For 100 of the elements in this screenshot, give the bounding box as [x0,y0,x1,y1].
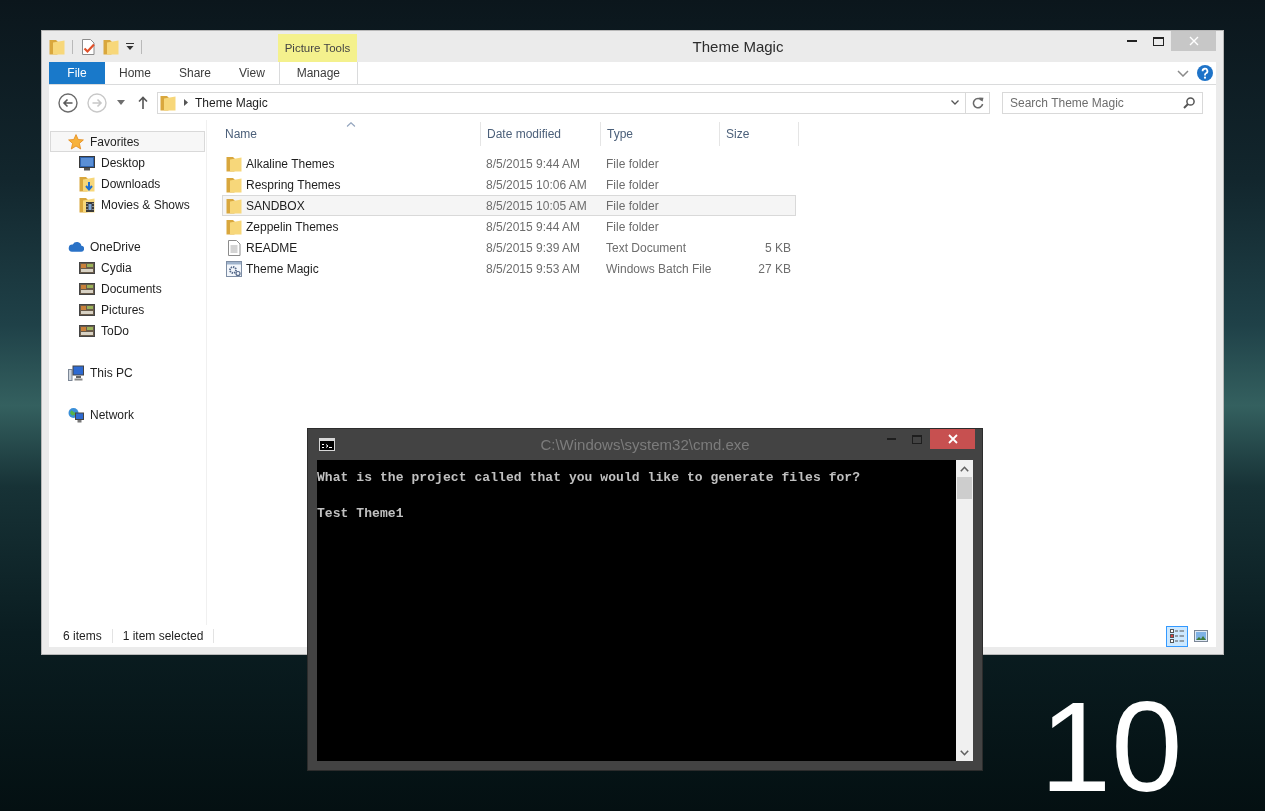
expand-ribbon-button[interactable] [1177,69,1189,77]
window-title: Theme Magic [692,38,784,55]
date-modified: 8/5/2015 10:06 AM [486,177,587,192]
refresh-icon [971,96,984,109]
date-modified: 8/5/2015 9:44 AM [486,156,581,171]
date-modified: 8/5/2015 9:44 AM [486,219,581,234]
date-modified: 8/5/2015 10:05 AM [486,198,587,213]
nav-item[interactable]: Pictures [50,299,205,320]
properties-icon [80,38,96,55]
cloud-icon [68,241,84,252]
nav-item[interactable]: Movies & Shows [50,194,205,215]
selection-count: 1 item selected [122,629,204,643]
file-name: Theme Magic [246,261,319,276]
folder-icon [103,38,119,55]
details-view-button[interactable] [1166,625,1188,647]
folder-icon [226,218,242,235]
column-header[interactable]: Type [600,122,719,146]
nav-item[interactable]: Downloads [50,173,205,194]
console-icon [319,438,335,451]
gear-file-icon [226,260,242,277]
date-modified: 8/5/2015 9:39 AM [486,240,581,255]
nav-item[interactable]: Desktop [50,152,205,173]
nav-item[interactable]: Network [50,404,205,425]
search-field[interactable]: Search Theme Magic [1002,91,1203,114]
file-row[interactable]: SANDBOX 8/5/2015 10:05 AM File folder [222,195,796,216]
details-view-icon [1170,629,1184,643]
folder-icon [226,155,242,172]
nav-item[interactable]: OneDrive [50,236,205,257]
search-icon [1183,96,1195,109]
ribbon-tab[interactable]: Share [165,62,226,84]
picture-folder-icon [79,259,95,276]
file-name: Zeppelin Themes [246,219,339,234]
file-type: File folder [606,156,659,171]
star-icon [68,133,84,150]
folder-icon [226,197,242,214]
customize-toolbar-button[interactable] [126,43,134,50]
file-row[interactable]: Theme Magic 8/5/2015 9:53 AM Windows Batch File 27 KB [222,258,796,279]
breadcrumb-item[interactable]: Theme Magic [195,95,268,110]
chevron-down-icon [960,750,969,756]
picture-folder-icon [79,280,95,297]
ribbon-tab[interactable]: View [225,62,279,84]
file-type: Windows Batch File [606,261,712,276]
column-header[interactable]: Size [719,122,799,146]
console-input-text: Test Theme1 [317,507,404,521]
recent-locations-button[interactable] [117,100,125,105]
ribbon-tab[interactable]: Home [105,62,165,84]
window-title: C:\Windows\system32\cmd.exe [540,436,750,453]
file-row[interactable]: Alkaline Themes 8/5/2015 9:44 AM File folder [222,153,796,174]
picture-folder-icon [79,301,95,318]
video-folder-icon [79,196,95,213]
text-file-icon [226,239,242,256]
properties-button[interactable] [80,38,96,55]
network-icon [68,406,84,423]
column-header[interactable]: Name [222,122,480,146]
ribbon-tab[interactable]: Manage [278,62,358,84]
help-button[interactable] [1197,65,1213,81]
desktop-widget-text: 10 [1040,683,1183,811]
nav-item[interactable]: This PC [50,362,205,383]
scrollbar[interactable] [956,460,973,761]
computer-icon [68,364,84,381]
file-type: File folder [606,219,659,234]
up-arrow-icon [138,96,148,109]
address-bar[interactable]: Theme Magic [157,91,990,114]
file-size: 27 KB [758,261,791,276]
minimize-icon [886,438,896,440]
close-button[interactable] [930,429,975,449]
chevron-down-icon [951,100,959,105]
file-type: File folder [606,177,659,192]
download-folder-icon [79,175,95,192]
picture-folder-icon [79,322,95,339]
file-name: SANDBOX [246,198,305,213]
help-icon [1197,65,1213,81]
back-button[interactable] [58,92,78,113]
tab-group-label: Picture Tools [278,34,357,62]
file-name: Alkaline Themes [246,156,335,171]
nav-item[interactable]: Documents [50,278,205,299]
maximize-icon [912,434,922,444]
image-icon [1194,630,1208,642]
file-name: Respring Themes [246,177,341,192]
folder-icon [49,38,65,55]
monitor-icon [79,154,95,171]
nav-item[interactable]: Cydia [50,257,205,278]
nav-item[interactable]: ToDo [50,320,205,341]
column-header[interactable]: Date modified [480,122,600,146]
file-name: README [246,240,298,255]
file-type: File folder [606,198,659,213]
maximize-icon [1152,36,1164,46]
file-row[interactable]: Zeppelin Themes 8/5/2015 9:44 AM File folder [222,216,796,237]
folder-icon [226,176,242,193]
chevron-right-icon [184,99,188,106]
up-button[interactable] [138,96,148,109]
file-type: Text Document [606,240,687,255]
minimize-icon [1127,40,1137,42]
ribbon-tab[interactable]: File [49,62,105,84]
file-row[interactable]: Respring Themes 8/5/2015 10:06 AM File folder [222,174,796,195]
scrollbar-thumb[interactable] [957,477,972,499]
date-modified: 8/5/2015 9:53 AM [486,261,581,276]
folder-icon [160,94,176,111]
nav-item[interactable]: Favorites [50,131,205,152]
file-row[interactable]: README 8/5/2015 9:39 AM Text Document 5 KB [222,237,796,258]
